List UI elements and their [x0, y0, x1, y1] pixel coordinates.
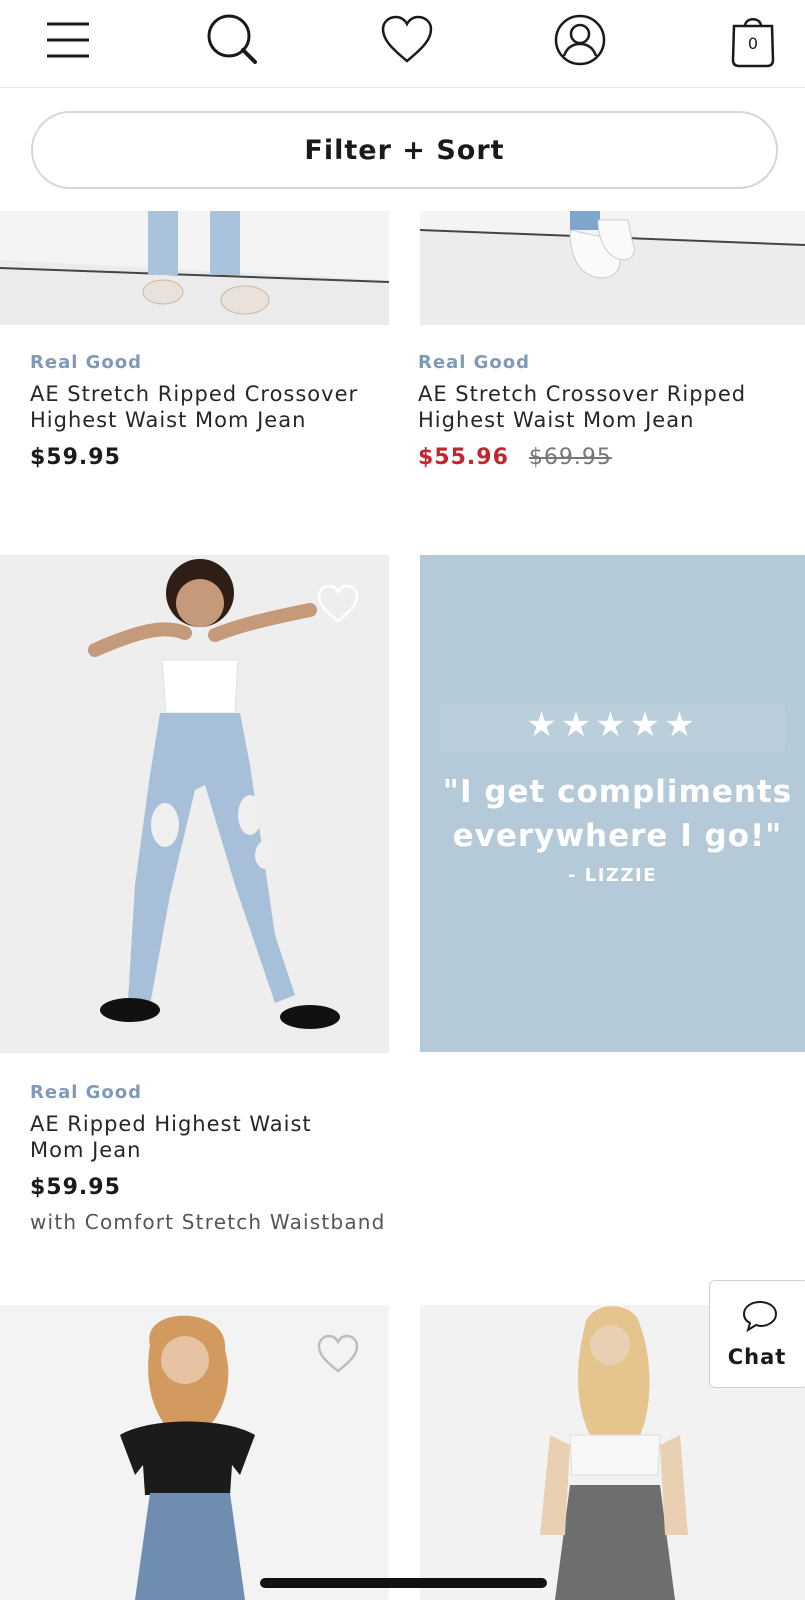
account-icon	[554, 14, 606, 66]
sale-price: $55.96	[418, 445, 509, 470]
original-price: $69.95	[528, 445, 612, 470]
chat-label: Chat	[727, 1345, 787, 1369]
bag-button[interactable]: 0	[725, 12, 781, 68]
home-indicator	[260, 1578, 547, 1588]
heart-icon	[381, 15, 433, 63]
product-brand: Real Good	[30, 1082, 143, 1103]
account-button[interactable]	[552, 12, 608, 68]
product-name[interactable]: AE Ripped Highest Waist Mom Jean	[30, 1111, 370, 1163]
filter-bar: Filter + Sort	[0, 89, 805, 211]
bag-count-badge: 0	[747, 34, 759, 53]
favorites-button[interactable]	[379, 12, 435, 68]
product-card-3[interactable]: Real Good AE Ripped Highest Waist Mom Je…	[30, 1082, 390, 1234]
product-price: $59.95	[30, 1175, 121, 1200]
product-brand: Real Good	[418, 352, 531, 373]
product-card-2[interactable]: Real Good AE Stretch Crossover Ripped Hi…	[418, 352, 778, 470]
star-rating-icon: ★★★★★	[526, 705, 699, 745]
chat-bubble-icon	[742, 1300, 778, 1333]
product-price: $59.95	[30, 445, 121, 470]
add-to-favorites-icon[interactable]	[316, 1333, 360, 1377]
review-quote: "I get compliments everywhere I go!"	[442, 774, 793, 854]
product-feature-note: with Comfort Stretch Waistband	[30, 1210, 386, 1234]
customer-review-card: ★★★★★ "I get compliments everywhere I go…	[420, 555, 805, 1052]
review-author: - LIZZIE	[567, 865, 657, 886]
product-brand: Real Good	[30, 352, 143, 373]
filter-sort-button[interactable]: Filter + Sort	[31, 111, 778, 189]
product-photo-ripped-mom-jean	[0, 555, 389, 1053]
menu-icon	[47, 22, 89, 58]
search-button[interactable]	[205, 12, 261, 68]
chat-button[interactable]: Chat	[709, 1280, 805, 1388]
product-image[interactable]	[0, 555, 389, 1053]
product-name[interactable]: AE Stretch Ripped Crossover Highest Wais…	[30, 381, 390, 433]
add-to-favorites-icon[interactable]	[316, 583, 360, 627]
search-icon	[207, 14, 257, 64]
product-card-1[interactable]: Real Good AE Stretch Ripped Crossover Hi…	[30, 352, 390, 470]
top-navigation-bar: 0	[0, 0, 805, 88]
product-name[interactable]: AE Stretch Crossover Ripped Highest Wais…	[418, 381, 778, 433]
menu-button[interactable]	[39, 12, 95, 68]
